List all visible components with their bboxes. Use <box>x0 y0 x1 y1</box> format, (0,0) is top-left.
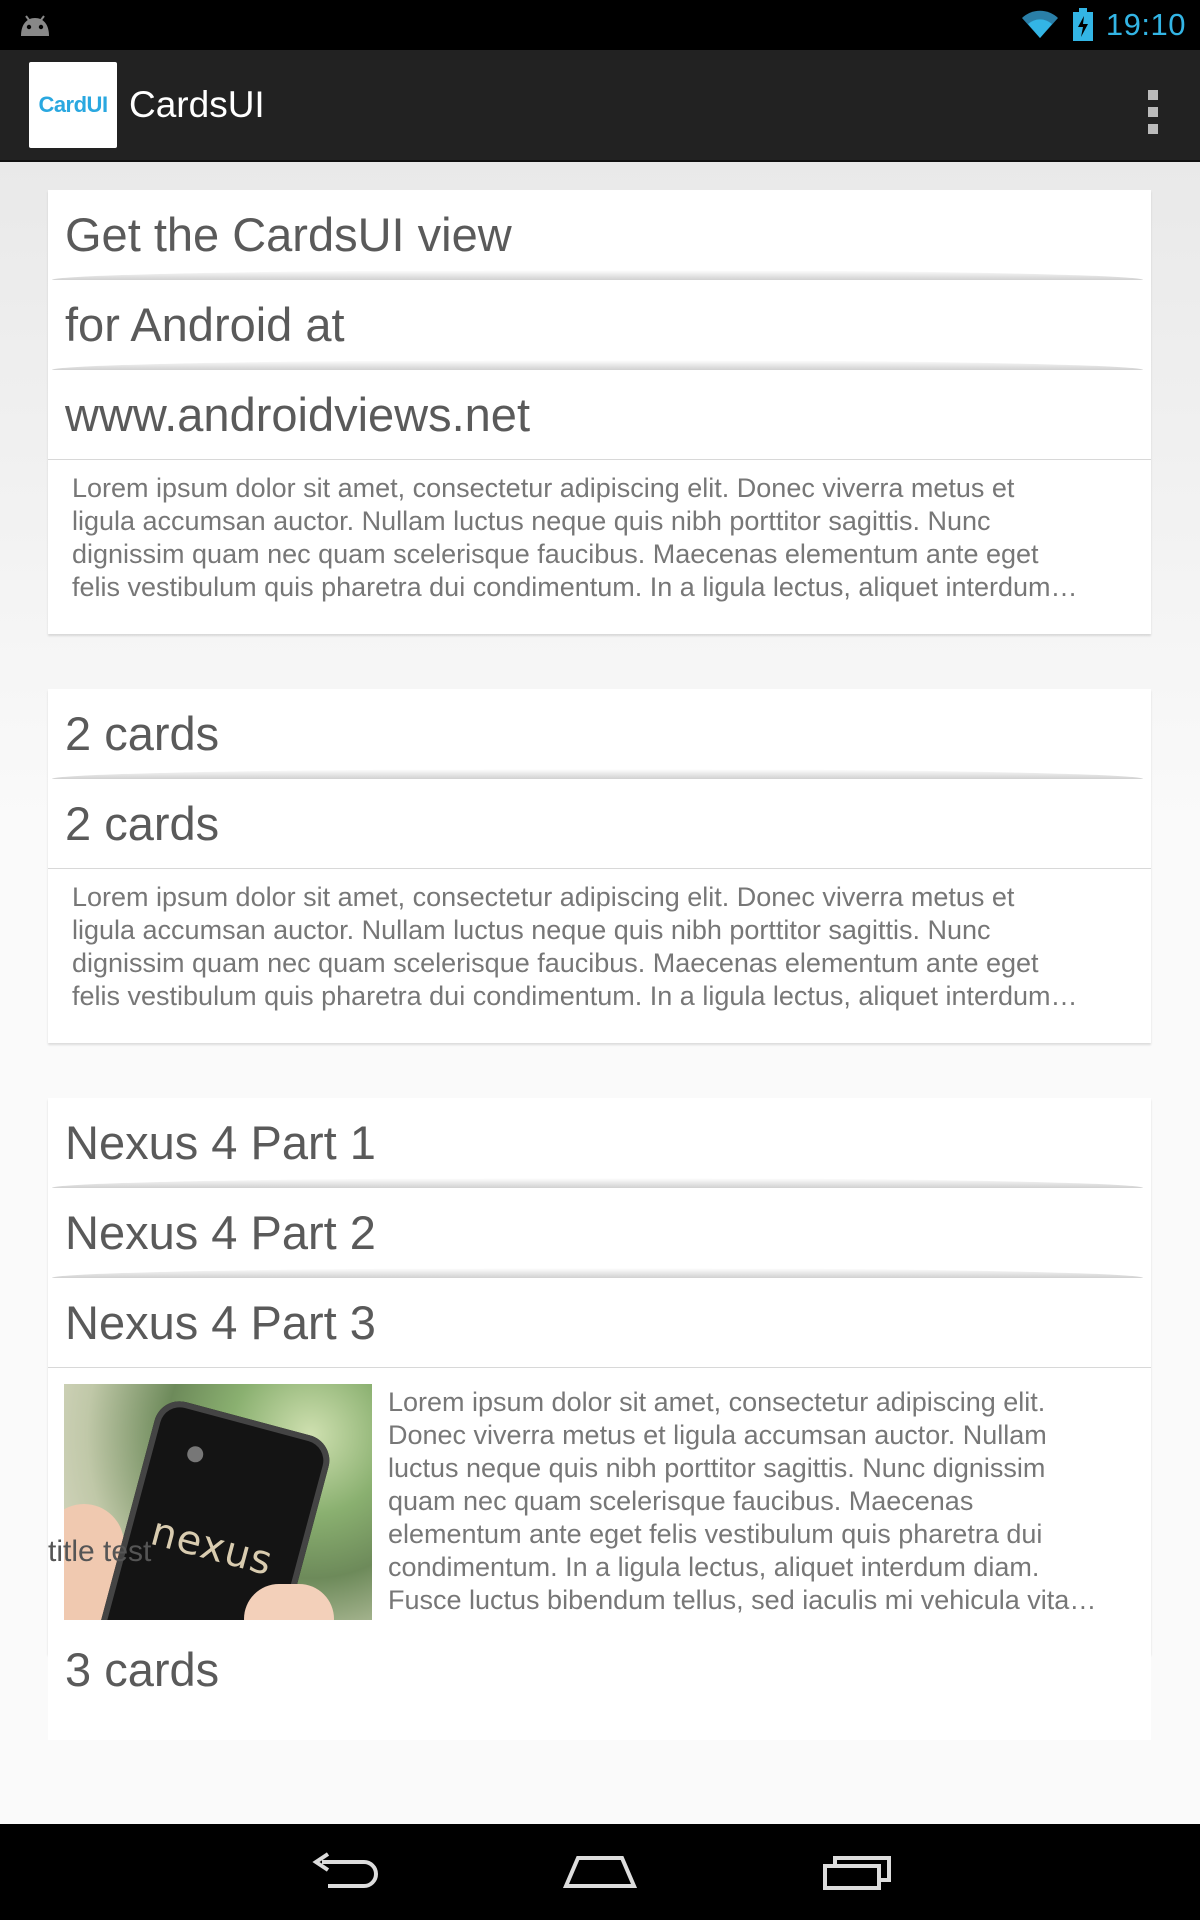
clock: 19:10 <box>1105 7 1186 42</box>
card-body-line: Lorem ipsum dolor sit amet, consectetur … <box>388 1387 1046 1417</box>
card-body-line: ligula accumsan auctor. Nullam luctus ne… <box>72 915 991 945</box>
card-body-line: felis vestibulum quis pharetra dui condi… <box>72 572 1078 602</box>
back-icon[interactable] <box>298 1844 388 1900</box>
card-body-line: dignissim quam nec quam scelerisque fauc… <box>72 948 1039 978</box>
home-icon[interactable] <box>555 1844 645 1900</box>
card-stack-3-cards[interactable]: 3 cards <box>48 1620 1151 1740</box>
nexus-photo: nexus <box>64 1384 372 1638</box>
card-header[interactable]: Nexus 4 Part 3 <box>48 1278 1151 1368</box>
card-header[interactable]: Nexus 4 Part 2 <box>48 1188 1151 1278</box>
card-stack-androidviews[interactable]: Get the CardsUI view for Android at www.… <box>48 190 1151 634</box>
battery-charging-icon <box>1072 8 1093 41</box>
card-header[interactable]: 2 cards <box>48 689 1151 779</box>
card-header[interactable]: Nexus 4 Part 1 <box>48 1098 1151 1188</box>
wifi-icon <box>1021 10 1058 39</box>
card-body-line: ligula accumsan auctor. Nullam luctus ne… <box>72 506 991 536</box>
card-body-line: elementum ante eget felis vestibulum qui… <box>388 1519 1043 1549</box>
recents-icon[interactable] <box>812 1844 902 1900</box>
card-body-line: Donec viverra metus et ligula accumsan a… <box>388 1420 1047 1450</box>
card-body-line: luctus neque quis nibh porttitor sagitti… <box>388 1453 1046 1483</box>
overflow-menu-icon[interactable] <box>1144 86 1162 138</box>
card-body-line: dignissim quam nec quam scelerisque fauc… <box>72 539 1039 569</box>
card-body-line: Lorem ipsum dolor sit amet, consectetur … <box>72 473 1015 503</box>
action-bar: CardUI CardsUI <box>0 50 1200 162</box>
status-bar: 19:10 <box>0 0 1200 50</box>
app-logo[interactable]: CardUI <box>29 62 117 148</box>
card-body-line: Fusce luctus bibendum tellus, sed iaculi… <box>388 1585 1097 1615</box>
card-body-line: Lorem ipsum dolor sit amet, consectetur … <box>72 882 1015 912</box>
card-body[interactable]: Lorem ipsum dolor sit amet, consectetur … <box>48 869 1151 1043</box>
card-header[interactable]: 3 cards <box>65 1642 219 1697</box>
app-title: CardsUI <box>129 84 265 125</box>
app-logo-text: CardUI <box>38 92 108 117</box>
navigation-bar <box>0 1824 1200 1920</box>
card-stack-2-cards[interactable]: 2 cards 2 cards Lorem ipsum dolor sit am… <box>48 689 1151 1043</box>
card-body-line: felis vestibulum quis pharetra dui condi… <box>72 981 1078 1011</box>
card-body-line: condimentum. In a ligula lectus, aliquet… <box>388 1552 1040 1582</box>
card-body-text: Lorem ipsum dolor sit amet, consectetur … <box>388 1386 1133 1638</box>
android-notification-icon <box>21 15 49 36</box>
section-title: title test <box>48 1535 152 1568</box>
card-list[interactable]: Get the CardsUI view for Android at www.… <box>0 162 1200 1824</box>
card-stack-nexus[interactable]: Nexus 4 Part 1 Nexus 4 Part 2 Nexus 4 Pa… <box>48 1098 1151 1654</box>
card-body-with-image[interactable]: nexus Lorem ipsum dolor sit amet, consec… <box>48 1368 1151 1654</box>
card-header[interactable]: Get the CardsUI view <box>48 190 1151 280</box>
card-body[interactable]: Lorem ipsum dolor sit amet, consectetur … <box>48 460 1151 634</box>
card-header[interactable]: for Android at <box>48 280 1151 370</box>
card-body-line: quam nec quam scelerisque faucibus. Maec… <box>388 1486 974 1516</box>
card-header[interactable]: 2 cards <box>48 779 1151 869</box>
nexus-logo-text: nexus <box>146 1508 278 1586</box>
card-header[interactable]: www.androidviews.net <box>48 370 1151 460</box>
